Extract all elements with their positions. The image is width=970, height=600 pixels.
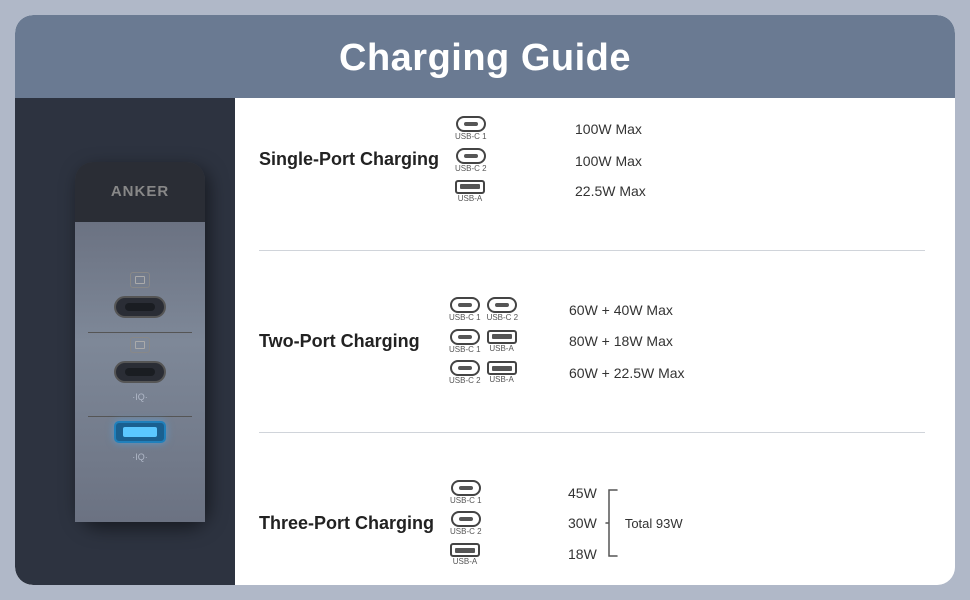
- single-port-rows: USB-C 1 100W Max USB-C 2 1: [455, 116, 925, 203]
- table-row: USB-A 22.5W Max: [455, 180, 925, 204]
- three-port-wrapper: USB-C 1 USB-C 2: [450, 480, 925, 567]
- port-indicator-2: [130, 337, 150, 353]
- c1-wrap-2: USB-C 1: [449, 329, 481, 355]
- usbc-port-1: [114, 296, 166, 318]
- three-port-section: Three-Port Charging USB-C 1: [259, 472, 925, 575]
- usbc-icon: [450, 329, 480, 345]
- power-18w: 18W: [568, 546, 597, 562]
- usba-icon: [450, 543, 480, 557]
- main-card: Charging Guide ANKER: [15, 15, 955, 585]
- usbc-icon: [451, 480, 481, 496]
- usbc2-icon-wrap: USB-C 2: [455, 148, 487, 174]
- charger-ports: ·IQ· ·IQ·: [75, 222, 205, 522]
- usbc1-icon-wrap: USB-C 1: [455, 116, 487, 142]
- usba-icon: [487, 361, 517, 375]
- divider-2: [259, 432, 925, 433]
- port-icons-ca2: USB-C 1 USB-A: [449, 329, 559, 355]
- power-60-40: 60W + 40W Max: [569, 302, 673, 318]
- usba-port: [114, 421, 166, 443]
- usba-icon: [455, 180, 485, 194]
- power-45w: 45W: [568, 485, 597, 501]
- usbc-icon: [456, 116, 486, 132]
- usba-icon: [487, 330, 517, 344]
- port-usbc1-group: [85, 272, 196, 318]
- bracket-total: Total 93W: [605, 488, 683, 558]
- table-row: USB-C 2 100W Max: [455, 148, 925, 174]
- port-divider-1: [88, 332, 192, 333]
- port-usba-group: ·IQ·: [85, 421, 196, 462]
- three-power-col: 45W 30W 18W: [568, 483, 597, 563]
- iq-label-2: ·IQ·: [132, 452, 148, 462]
- table-row: USB-C 1: [450, 480, 560, 506]
- single-port-title: Single-Port Charging: [259, 116, 455, 203]
- total-93w-label: Total 93W: [625, 516, 683, 531]
- single-port-section: Single-Port Charging USB-C 1 100W Max: [259, 108, 925, 211]
- three-port-rows: USB-C 1 USB-C 2: [450, 480, 925, 567]
- power-80-18: 80W + 18W Max: [569, 333, 673, 349]
- port-indicator: [130, 272, 150, 288]
- divider-1: [259, 250, 925, 251]
- usbc2-label: USB-C 2: [455, 165, 487, 174]
- port-icons-cc1: USB-C 1 USB-C 2: [449, 297, 559, 323]
- two-port-title: Two-Port Charging: [259, 297, 449, 386]
- usbc-icon: [450, 297, 480, 313]
- port-icons-3a: USB-A: [450, 543, 560, 567]
- three-port-title: Three-Port Charging: [259, 480, 450, 567]
- table-row: USB-A: [450, 543, 560, 567]
- page-title: Charging Guide: [15, 15, 955, 98]
- port-icons-usbc2: USB-C 2: [455, 148, 565, 174]
- 3c1-wrap: USB-C 1: [450, 480, 482, 506]
- power-100w-2: 100W Max: [575, 153, 642, 169]
- usbc-icon: [450, 360, 480, 376]
- bracket-icon: [605, 488, 619, 558]
- c1-wrap: USB-C 1: [449, 297, 481, 323]
- two-port-rows: USB-C 1 USB-C 2 60W + 40W Max: [449, 297, 925, 386]
- content-row: ANKER: [15, 98, 955, 585]
- usba-label: USB-A: [458, 195, 482, 204]
- port-icons-3c2: USB-C 2: [450, 511, 560, 537]
- charger-logo: ANKER: [111, 183, 169, 200]
- port-divider-2: [88, 416, 192, 417]
- usbc-icon: [451, 511, 481, 527]
- c2-wrap: USB-C 2: [487, 297, 519, 323]
- power-30w: 30W: [568, 515, 597, 531]
- port-icons-usba: USB-A: [455, 180, 565, 204]
- table-row: USB-C 1 USB-A 80W + 18W Max: [449, 329, 925, 355]
- table-row: USB-C 1 100W Max: [455, 116, 925, 142]
- usbc-icon: [456, 148, 486, 164]
- 3a-wrap: USB-A: [450, 543, 480, 567]
- power-60-22: 60W + 22.5W Max: [569, 365, 685, 381]
- charger-top: ANKER: [75, 162, 205, 222]
- table-row: USB-C 2 USB-A 60W + 22.5W Max: [449, 360, 925, 386]
- device-column: ANKER: [15, 98, 235, 585]
- power-22w: 22.5W Max: [575, 183, 646, 199]
- usbc1-label: USB-C 1: [455, 133, 487, 142]
- table-row: USB-C 1 USB-C 2 60W + 40W Max: [449, 297, 925, 323]
- c2-wrap-2: USB-C 2: [449, 360, 481, 386]
- three-port-port-col: USB-C 1 USB-C 2: [450, 480, 560, 567]
- port-usbc2-group: ·IQ·: [85, 337, 196, 402]
- guide-column: Single-Port Charging USB-C 1 100W Max: [235, 98, 955, 585]
- table-row: USB-C 2: [450, 511, 560, 537]
- port-icons-c2a: USB-C 2 USB-A: [449, 360, 559, 386]
- port-icons-usbc1: USB-C 1: [455, 116, 565, 142]
- port-icons-3c1: USB-C 1: [450, 480, 560, 506]
- a2-wrap: USB-A: [487, 361, 517, 385]
- header: Charging Guide: [15, 15, 955, 98]
- usba-icon-wrap: USB-A: [455, 180, 485, 204]
- 3c2-wrap: USB-C 2: [450, 511, 482, 537]
- usbc-icon: [487, 297, 517, 313]
- two-port-section: Two-Port Charging USB-C 1 USB-C 2: [259, 289, 925, 394]
- iq-label-1: ·IQ·: [132, 392, 148, 402]
- charger-body: ANKER: [75, 162, 205, 522]
- a1-wrap: USB-A: [487, 330, 517, 354]
- usbc-port-2: [114, 361, 166, 383]
- power-100w-1: 100W Max: [575, 121, 642, 137]
